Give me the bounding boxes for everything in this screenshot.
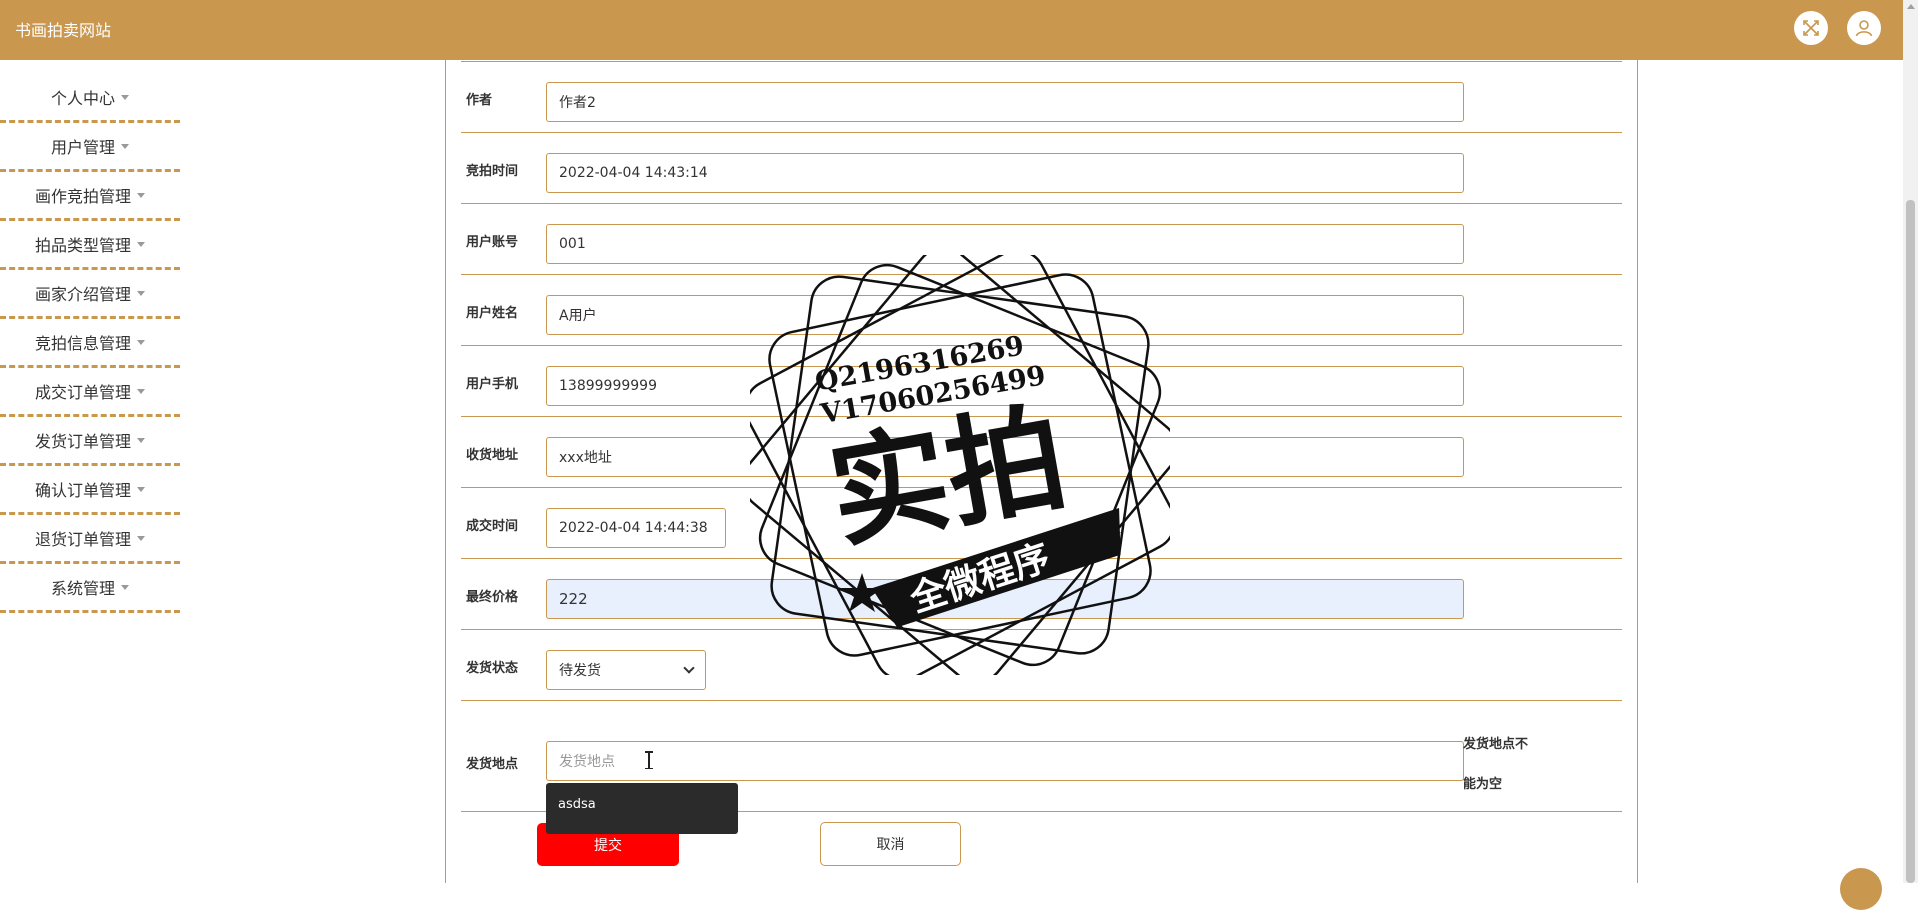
sidebar-item-label: 画作竞拍管理 xyxy=(34,187,131,206)
scroll-up-icon[interactable] xyxy=(1907,4,1915,9)
ship-location-error-line2: 能为空 xyxy=(1463,777,1503,792)
fullscreen-icon[interactable] xyxy=(1794,11,1828,45)
final-price-label: 最终价格 xyxy=(466,590,519,605)
sidebar-item-label: 系统管理 xyxy=(50,579,115,598)
sidebar-item-auction-info[interactable]: 竞拍信息管理 xyxy=(0,319,180,368)
sidebar-item-label: 退货订单管理 xyxy=(34,530,131,549)
sidebar-item-label: 成交订单管理 xyxy=(34,383,131,402)
sidebar-item-label: 用户管理 xyxy=(50,138,115,157)
autocomplete-dropdown[interactable]: asdsa xyxy=(546,783,738,834)
site-title: 书画拍卖网站 xyxy=(15,21,112,40)
ship-location-input[interactable]: 发货地点 xyxy=(546,741,1464,781)
caret-down-icon xyxy=(121,94,129,100)
shipping-address-label: 收货地址 xyxy=(466,448,519,463)
caret-down-icon xyxy=(137,486,145,492)
user-account-label: 用户账号 xyxy=(466,235,519,250)
sidebar-item-user-management[interactable]: 用户管理 xyxy=(0,123,180,172)
caret-down-icon xyxy=(137,535,145,541)
user-name-label: 用户姓名 xyxy=(466,306,519,321)
deal-time-label: 成交时间 xyxy=(466,519,519,534)
deal-time-field[interactable]: 2022-04-04 14:44:38 xyxy=(546,508,726,548)
user-phone-label: 用户手机 xyxy=(466,377,519,392)
caret-down-icon xyxy=(137,290,145,296)
auction-time-label: 竞拍时间 xyxy=(466,164,519,179)
sidebar-item-return-orders[interactable]: 退货订单管理 xyxy=(0,515,180,564)
form-row-auction-time: 竞拍时间 2022-04-04 14:43:14 xyxy=(461,133,1622,204)
scrollbar-thumb[interactable] xyxy=(1906,200,1915,883)
sidebar-item-shipping-orders[interactable]: 发货订单管理 xyxy=(0,417,180,466)
sidebar-item-label: 竞拍信息管理 xyxy=(34,334,131,353)
chevron-down-icon xyxy=(683,662,695,674)
autocomplete-option[interactable]: asdsa xyxy=(558,797,596,812)
sidebar-item-system[interactable]: 系统管理 xyxy=(0,564,180,613)
sidebar-item-label: 个人中心 xyxy=(50,89,115,108)
user-icon[interactable] xyxy=(1847,11,1881,45)
form-row-author: 作者 作者2 xyxy=(461,62,1622,133)
author-field[interactable]: 作者2 xyxy=(546,82,1464,122)
sidebar-item-deal-orders[interactable]: 成交订单管理 xyxy=(0,368,180,417)
ship-status-label: 发货状态 xyxy=(466,661,519,676)
ship-status-select[interactable]: 待发货 xyxy=(546,650,706,690)
ship-status-selected: 待发货 xyxy=(559,663,601,679)
text-cursor-icon xyxy=(645,751,653,769)
sidebar-item-label: 拍品类型管理 xyxy=(34,236,131,255)
caret-down-icon xyxy=(137,339,145,345)
sidebar-item-personal-center[interactable]: 个人中心 xyxy=(0,74,180,123)
sidebar-item-painting-auction[interactable]: 画作竞拍管理 xyxy=(0,172,180,221)
sidebar-item-painter-intro[interactable]: 画家介绍管理 xyxy=(0,270,180,319)
caret-down-icon xyxy=(137,192,145,198)
sidebar-menu: 个人中心 用户管理 画作竞拍管理 拍品类型管理 画家介绍管理 竞拍信息管理 成交… xyxy=(0,74,180,613)
sidebar-item-item-type[interactable]: 拍品类型管理 xyxy=(0,221,180,270)
auction-time-field[interactable]: 2022-04-04 14:43:14 xyxy=(546,153,1464,193)
sidebar-item-label: 确认订单管理 xyxy=(34,481,131,500)
sidebar-item-label: 发货订单管理 xyxy=(34,432,131,451)
author-label: 作者 xyxy=(466,93,493,108)
page-scrollbar[interactable] xyxy=(1903,0,1918,883)
caret-down-icon xyxy=(137,388,145,394)
caret-down-icon xyxy=(137,437,145,443)
top-bar: 书画拍卖网站 xyxy=(0,0,1903,60)
caret-down-icon xyxy=(121,143,129,149)
caret-down-icon xyxy=(137,241,145,247)
ship-location-error-line1: 发货地点不 xyxy=(1463,737,1529,752)
watermark-stamp: Q2196316269 V17060256499 实拍 全微程序 xyxy=(750,255,1170,675)
caret-down-icon xyxy=(121,584,129,590)
sidebar-item-confirm-orders[interactable]: 确认订单管理 xyxy=(0,466,180,515)
sidebar-item-label: 画家介绍管理 xyxy=(34,285,131,304)
cancel-button[interactable]: 取消 xyxy=(820,822,961,866)
floating-action-button[interactable] xyxy=(1840,868,1882,910)
ship-location-label: 发货地点 xyxy=(466,757,519,772)
